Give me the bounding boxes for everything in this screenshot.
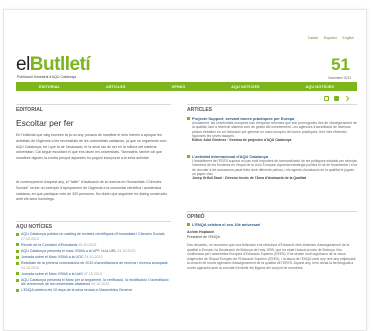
news-item-date: 24.10.2013 [117, 248, 136, 253]
main-nav: EDITORIAL ARTICLES OPINIÓ AQU NOTICIES A… [16, 82, 357, 91]
newsletter-page: Català Español English elButlletí Public… [3, 9, 367, 331]
news-item[interactable]: Jornada sobre el Marc VSMA a la UdG 07.1… [16, 272, 171, 277]
news-item-date: 07.10.2013 [83, 271, 102, 276]
news-item[interactable]: Resultats de la primera convocatòria de … [16, 261, 171, 270]
bullet-icon [187, 155, 190, 159]
editorial-section-title: EDITORIAL [16, 107, 43, 113]
print-icon[interactable] [324, 96, 329, 101]
divider [16, 221, 171, 222]
article-2: L'activitat internacional d'AQU Cataluny… [187, 154, 357, 180]
lang-catala-link[interactable]: Català [308, 36, 318, 40]
bullet-icon [16, 243, 19, 247]
news-item-date: 27.10.2013 [21, 236, 39, 241]
news-item-text: Jornada sobre el Marc VSMA a la UOC [21, 254, 84, 259]
opinion-title-text: L'ENQA celebra el seu 10è aniversari [192, 222, 261, 227]
news-item-text: AQU Catalunya publica un catàleg de revi… [21, 232, 165, 236]
news-item[interactable]: AQU Catalunya presenta el Marc per al se… [16, 278, 171, 287]
article-author: Esther Adot Giménez · Gestora de project… [192, 138, 292, 143]
nav-aqu-recomana[interactable]: AQU NOTICIES [231, 85, 259, 89]
opinion-author: Achim Hopbach President de l'ENQA [187, 230, 357, 240]
editorial-title[interactable]: Escoltar per fer [16, 118, 74, 128]
bullet-icon [16, 232, 19, 236]
bullet-icon [16, 272, 19, 276]
bullet-icon [16, 278, 19, 282]
news-item-date: 14.10.2013 [21, 265, 39, 270]
opinion-text: Deu dècades, no recordem que una federac… [187, 243, 356, 270]
brand-name: Butlletí [29, 54, 91, 75]
bullet-icon [187, 117, 190, 121]
news-list: AQU Catalunya publica un catàleg de revi… [16, 232, 171, 293]
editorial-paragraph-1: En l'editorial que vaig escriure fa ja u… [16, 133, 167, 161]
lang-espanol-link[interactable]: Español [324, 36, 337, 40]
news-item-text: Reunió de la Comissió d'Estudiants [21, 242, 78, 247]
toolbar [324, 95, 350, 102]
bullet-icon [16, 255, 19, 259]
email-icon[interactable] [334, 96, 339, 101]
share-icon[interactable] [343, 95, 350, 102]
divider [16, 104, 171, 105]
issue-date: Novembre 2013 [328, 76, 351, 80]
issue-number: 51 [331, 55, 350, 74]
opinion-title[interactable]: L'ENQA celebra el seu 10è aniversari [187, 222, 357, 227]
nav-editorial[interactable]: EDITORIAL [39, 85, 60, 89]
editorial-paragraph-2: Al començament d'aquest any, el "taller"… [16, 180, 168, 202]
nav-aqu-noticies[interactable]: AQU NOTÍCIES [306, 85, 334, 89]
brand-subtitle: Publicació trimestral d'AQU Catalunya [17, 75, 77, 79]
articles-section-title: ARTICLES [187, 107, 212, 113]
nav-articles[interactable]: ARTICLES [106, 85, 126, 89]
news-item-text: Jornada sobre el Marc VSMA a la UdG [21, 271, 83, 276]
news-item[interactable]: L'ENQA celebra els 10 anys de la seva re… [16, 288, 171, 293]
news-item-text: Resultats de la primera convocatòria de … [21, 260, 168, 265]
divider [187, 104, 357, 105]
opinion-author-role: President de l'ENQA [187, 235, 220, 239]
bullet-icon [187, 223, 190, 227]
lang-english-link[interactable]: English [343, 36, 354, 40]
news-section-title: AQU NOTÍCIES [16, 224, 53, 230]
news-item[interactable]: Reunió de la Comissió d'Estudiants 25.10… [16, 243, 171, 248]
article-summary: Actualment, les universitats europees ha… [192, 121, 357, 138]
news-item-text: L'ENQA celebra els 10 anys de la seva re… [21, 288, 132, 293]
article-1: Projecte Support, servant bones pràctiqu… [187, 116, 357, 142]
opinion-section-title: OPINIÓ [187, 214, 205, 220]
news-item-date: 25.10.2013 [78, 242, 97, 247]
news-item[interactable]: Jornada sobre el Marc VSMA a la UOC 24.1… [16, 255, 171, 260]
article-summary: L'establiment de l'EEES suposa un pas mo… [192, 159, 357, 176]
brand-prefix: el [16, 54, 30, 75]
language-switcher: Català Español English [308, 36, 354, 40]
news-item[interactable]: AQU Catalunya presenta el marc VSMA a la… [16, 249, 171, 254]
bullet-icon [16, 249, 19, 253]
news-item-text: AQU Catalunya presenta el marc VSMA a la… [21, 248, 117, 253]
bullet-icon [16, 261, 19, 265]
news-item-date: 24.10.2013 [84, 254, 103, 259]
brand-logo[interactable]: elButlletí [16, 54, 91, 76]
news-item-date: 04.10.2013 [91, 282, 110, 287]
news-item[interactable]: AQU Catalunya publica un catàleg de revi… [16, 232, 171, 241]
nav-opinio[interactable]: OPINIÓ [172, 85, 186, 89]
bullet-icon [16, 289, 19, 293]
article-author: Josep Grifoll Sauri · Director tècnic de… [192, 176, 306, 181]
divider [187, 211, 357, 212]
